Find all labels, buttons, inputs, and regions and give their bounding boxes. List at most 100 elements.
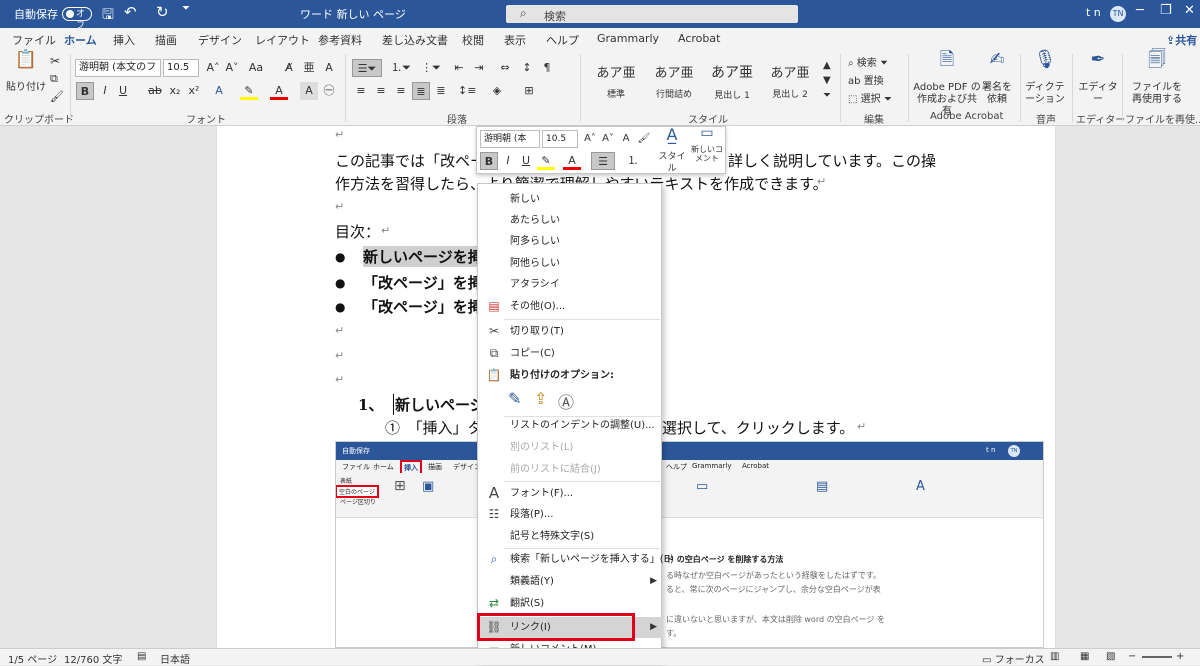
share-button[interactable]: ⇪共有 bbox=[1166, 32, 1197, 48]
replace-button[interactable]: ab 置換 bbox=[848, 72, 884, 87]
zoom-slider[interactable] bbox=[1142, 656, 1172, 658]
zoom-out-icon[interactable]: − bbox=[1128, 651, 1136, 662]
mini-numbering-button[interactable]: ⒈ bbox=[621, 152, 645, 170]
distribute-icon[interactable]: ⇔ bbox=[496, 59, 514, 77]
tab-references[interactable]: 参考資料 bbox=[318, 32, 362, 48]
toc-item-2[interactable]: 「改ページ」を挿 bbox=[363, 272, 483, 293]
suggestion-item[interactable]: アタラシイ bbox=[478, 274, 663, 295]
paste-merge-icon[interactable]: ⇪ bbox=[534, 389, 547, 408]
mini-font-combo[interactable]: 游明朝 (本 bbox=[480, 130, 540, 148]
sort-icon[interactable]: ↕ bbox=[518, 59, 536, 77]
paste-keep-source-icon[interactable]: ✎ bbox=[508, 389, 521, 408]
tab-review[interactable]: 校閲 bbox=[462, 32, 484, 48]
shrink-font-icon[interactable]: A˅ bbox=[223, 59, 241, 77]
dictate-button[interactable]: 🎙 ディクテーション bbox=[1024, 51, 1066, 106]
restore-icon[interactable]: ❐ bbox=[1160, 3, 1172, 18]
subscript-button[interactable]: x₂ bbox=[166, 82, 184, 100]
proofing-icon[interactable]: ▤ bbox=[137, 651, 146, 662]
more-suggestions-item[interactable]: ▤ その他(O)... bbox=[478, 296, 663, 317]
document-title[interactable]: ワード 新しい ページ bbox=[300, 6, 406, 22]
symbol-item[interactable]: 記号と特殊文字(S) bbox=[478, 526, 663, 547]
mini-underline-button[interactable]: U bbox=[517, 152, 535, 170]
tab-grammarly[interactable]: Grammarly bbox=[597, 32, 659, 45]
request-signature-button[interactable]: ✍ 署名を依頼 bbox=[982, 51, 1012, 106]
find-button[interactable]: ⌕ 検索 ⏷ bbox=[848, 54, 888, 69]
font-size-combo[interactable]: 10.5 bbox=[163, 59, 199, 77]
styles-scroll-up-icon[interactable]: ▲ bbox=[823, 60, 831, 71]
char-border-icon[interactable]: A bbox=[320, 59, 338, 77]
minimize-icon[interactable]: ─ bbox=[1136, 3, 1144, 18]
mini-format-painter-icon[interactable]: 🖌 bbox=[635, 130, 653, 148]
suggestion-item[interactable]: 新しい bbox=[478, 189, 663, 210]
search-box[interactable]: ⌕ 検索 bbox=[506, 5, 798, 23]
tab-help[interactable]: ヘルプ bbox=[546, 32, 579, 48]
tab-insert[interactable]: 挿入 bbox=[113, 32, 135, 48]
page-count[interactable]: 1/5 ページ bbox=[8, 651, 57, 666]
style-heading1[interactable]: あア亜 見出し 1 bbox=[704, 58, 760, 104]
grow-font-icon[interactable]: A˄ bbox=[204, 59, 222, 77]
embedded-screenshot[interactable]: 自動保存 t n TN ファイル ホーム 挿入 描画 デザイン ヘルプ Gram… bbox=[335, 441, 1044, 648]
autosave-toggle[interactable]: オフ bbox=[62, 7, 92, 31]
style-no-spacing[interactable]: あア亜 行間詰め bbox=[646, 58, 702, 104]
styles-more-icon[interactable]: ⏷ bbox=[823, 90, 831, 101]
bullets-button[interactable]: ☰⏷ bbox=[352, 59, 382, 77]
char-shading-icon[interactable]: A bbox=[300, 82, 318, 100]
shading-icon[interactable]: ◈ bbox=[488, 82, 506, 100]
read-mode-icon[interactable]: ▥ bbox=[1050, 651, 1059, 662]
synonyms-item[interactable]: 類義語(Y) ▶ bbox=[478, 571, 663, 592]
suggestion-item[interactable]: 阿多らしい bbox=[478, 231, 663, 252]
mini-size-combo[interactable]: 10.5 bbox=[542, 130, 578, 148]
mini-highlight-icon[interactable]: ✎ bbox=[537, 152, 555, 170]
web-layout-icon[interactable]: ▧ bbox=[1106, 651, 1115, 662]
search-item[interactable]: ⌕ 検索「新しいページを挿入する」(E) bbox=[478, 549, 674, 570]
create-pdf-button[interactable]: 🗎 Adobe PDF の作成および共有 bbox=[913, 51, 981, 118]
underline-button[interactable]: U bbox=[114, 82, 132, 100]
copy-item[interactable]: ⧉ コピー(C) bbox=[478, 343, 663, 364]
style-normal[interactable]: あア亜 標準 bbox=[588, 58, 644, 104]
align-right-icon[interactable]: ≡ bbox=[392, 82, 410, 100]
reuse-files-button[interactable]: 🗐 ファイルを再使用する bbox=[1128, 51, 1186, 106]
tab-mailings[interactable]: 差し込み文書 bbox=[382, 32, 448, 48]
print-layout-icon[interactable]: ▦ bbox=[1080, 651, 1089, 662]
format-painter-icon[interactable]: 🖌 bbox=[50, 90, 64, 103]
mini-styles-button[interactable]: A̲ スタイル bbox=[655, 127, 689, 175]
clear-format-icon[interactable]: A̸ bbox=[280, 59, 298, 77]
strikethrough-button[interactable]: ab bbox=[146, 82, 164, 100]
translate-item[interactable]: ⇄ 翻訳(S) bbox=[478, 593, 663, 614]
distributed-align-icon[interactable]: ≣ bbox=[432, 82, 450, 100]
cut-icon[interactable]: ✂ bbox=[50, 54, 60, 68]
undo-icon[interactable]: ↶ bbox=[124, 3, 137, 21]
italic-button[interactable]: I bbox=[96, 82, 114, 100]
tab-file[interactable]: ファイル bbox=[12, 32, 56, 48]
font-item[interactable]: A フォント(F)... bbox=[478, 483, 663, 504]
tab-draw[interactable]: 描画 bbox=[155, 32, 177, 48]
adjust-list-indent-item[interactable]: リストのインデントの調整(U)... bbox=[478, 415, 663, 436]
mini-grow-font-icon[interactable]: A˄ bbox=[581, 130, 599, 148]
paragraph-item[interactable]: ☷ 段落(P)... bbox=[478, 504, 663, 525]
tab-acrobat[interactable]: Acrobat bbox=[678, 32, 720, 45]
align-center-icon[interactable]: ≡ bbox=[372, 82, 390, 100]
align-left-icon[interactable]: ≡ bbox=[352, 82, 370, 100]
text-effects-icon[interactable]: A bbox=[210, 82, 228, 100]
language[interactable]: 日本語 bbox=[160, 651, 190, 666]
paste-button[interactable]: 📋 貼り付け bbox=[6, 51, 46, 94]
highlight-icon[interactable]: ✎ bbox=[240, 82, 258, 100]
tab-home[interactable]: ホーム bbox=[64, 32, 97, 52]
font-color-icon[interactable]: A bbox=[270, 82, 288, 100]
bold-button[interactable]: B bbox=[76, 82, 94, 100]
save-icon[interactable]: 🖫 bbox=[102, 4, 114, 28]
styles-scroll-down-icon[interactable]: ▼ bbox=[823, 75, 831, 86]
focus-mode[interactable]: ▭ フォーカス bbox=[982, 651, 1045, 666]
change-case-icon[interactable]: Aa bbox=[247, 59, 265, 77]
mini-new-comment-button[interactable]: ▭ 新しいコメント bbox=[691, 126, 723, 163]
mini-style-icon[interactable]: A bbox=[617, 130, 635, 148]
tab-view[interactable]: 表示 bbox=[504, 32, 526, 48]
tab-design[interactable]: デザイン bbox=[198, 32, 242, 48]
decrease-indent-icon[interactable]: ⇤ bbox=[450, 59, 468, 77]
copy-icon[interactable]: ⧉ bbox=[50, 72, 58, 86]
tab-layout[interactable]: レイアウト bbox=[255, 32, 310, 48]
mini-bold-button[interactable]: B bbox=[480, 152, 498, 170]
editor-button[interactable]: ✒ エディター bbox=[1078, 51, 1118, 106]
mini-font-color-icon[interactable]: A bbox=[563, 152, 581, 170]
increase-indent-icon[interactable]: ⇥ bbox=[470, 59, 488, 77]
